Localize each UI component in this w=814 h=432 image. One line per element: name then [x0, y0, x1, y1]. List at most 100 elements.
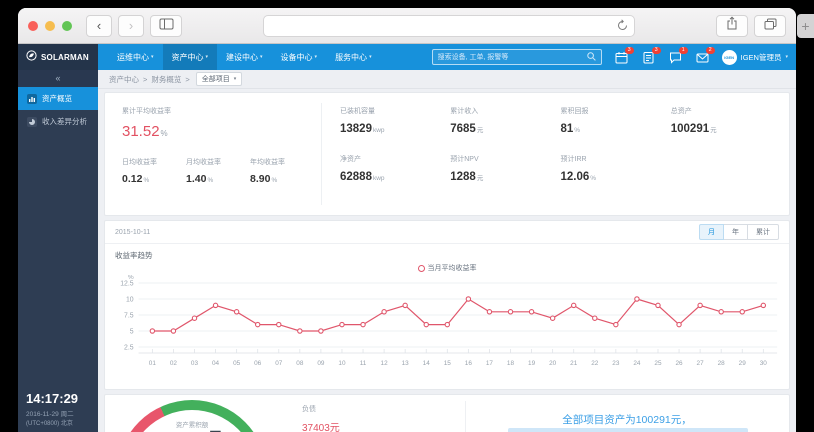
svg-text:14: 14 [423, 360, 431, 367]
menu-item-operations[interactable]: 运维中心 ▾ [108, 44, 163, 70]
global-search-input[interactable]: 搜索设备, 工单, 报警等 [431, 48, 602, 66]
income-analysis-icon [27, 116, 37, 127]
message-icon[interactable]: 1 [669, 46, 688, 64]
asset-overview-icon [27, 93, 37, 104]
highlighted-text-clipped [508, 428, 748, 432]
yield-sub-metrics: 日均收益率 0.12% 月均收益率 1.40% 年均收益率 8.90% [122, 157, 321, 185]
financial-metrics-card: 累计平均收益率 31.52% 日均收益率 0.12% 月均收益率 1.40% 年… [104, 92, 790, 216]
content: 累计平均收益率 31.52% 日均收益率 0.12% 月均收益率 1.40% 年… [98, 89, 796, 432]
breadcrumb-separator: > [185, 74, 190, 84]
search-placeholder: 搜索设备, 工单, 报警等 [437, 54, 509, 61]
svg-text:29: 29 [739, 360, 747, 367]
chevron-down-icon: ▾ [205, 54, 209, 60]
legend-marker-icon [417, 264, 425, 272]
chevron-down-icon: ▾ [233, 76, 237, 82]
close-window-button[interactable] [28, 20, 38, 31]
yield-trend-card: 2015-10-11 月 年 累计 收益率趋势 当月平均收益率 2.5 5 7.5 1… [104, 220, 790, 390]
avatar: IGEN [721, 49, 737, 65]
breadcrumb-separator: > [143, 74, 148, 84]
svg-text:04: 04 [212, 360, 220, 367]
brand-logo[interactable]: SOLARMAN [18, 44, 98, 70]
menu-label: 设备中心 [280, 52, 313, 62]
badge-count: 1 [678, 46, 688, 54]
user-menu[interactable]: IGEN IGEN管理员 ▾ [721, 49, 788, 65]
share-icon [726, 16, 738, 35]
menu-label: 建设中心 [226, 52, 259, 62]
svg-text:20: 20 [549, 360, 557, 367]
metric-expected-irr: 预计IRR 12.06% [560, 156, 597, 183]
browser-forward-button[interactable]: › [118, 14, 144, 37]
svg-text:2.5: 2.5 [124, 344, 134, 351]
svg-text:17: 17 [486, 360, 494, 367]
asset-balance-card: 资产累积额 100291元 负债 37403元 资产 全部项目资产为100291… [104, 394, 790, 432]
sidebar-toggle-button[interactable] [150, 14, 182, 37]
range-month-button[interactable]: 月 [699, 224, 724, 240]
zoom-window-button[interactable] [62, 20, 72, 31]
annual-yield: 年均收益率 8.90% [250, 159, 285, 185]
address-bar[interactable] [263, 14, 635, 37]
metric-cumulative-return: 累积回报 81% [560, 108, 589, 135]
sidebar-item-income-analysis[interactable]: 收入差异分析 [18, 110, 98, 133]
metric-total-assets: 总资产 100291元 [670, 108, 717, 135]
svg-text:15: 15 [444, 360, 452, 367]
menu-label: 资产中心 [171, 52, 204, 62]
breadcrumb-finance-overview[interactable]: 财务概览 [151, 74, 181, 85]
menu-item-assets[interactable]: 资产中心 ▾ [162, 44, 218, 70]
sidebar: « 资产概览 收入差异分析 14:17:29 2016-11-29 周二 (UT… [18, 70, 98, 432]
svg-text:27: 27 [697, 360, 705, 367]
menu-item-service[interactable]: 服务中心 ▾ [326, 44, 381, 70]
search-icon[interactable] [586, 48, 596, 66]
breadcrumb-asset-center[interactable]: 资产中心 [109, 74, 139, 85]
trend-chart-area: 收益率趋势 当月平均收益率 2.5 5 7.5 10 12.5% 01 02 03 04 05 06… [105, 244, 789, 389]
svg-text:02: 02 [170, 360, 178, 367]
clock-time: 14:17:29 [26, 391, 79, 406]
browser-back-button[interactable]: ‹ [86, 14, 112, 37]
svg-text:10: 10 [126, 296, 134, 303]
chevron-down-icon: ▾ [369, 54, 372, 60]
svg-text:19: 19 [528, 360, 536, 367]
sidebar-item-asset-overview[interactable]: 资产概览 [18, 87, 98, 110]
date-picker[interactable]: 2015-10-11 [115, 229, 150, 236]
tabs-icon [764, 17, 777, 35]
svg-text:13: 13 [402, 360, 410, 367]
solarman-logo-icon [26, 48, 37, 66]
sidebar-item-label: 收入差异分析 [42, 117, 87, 126]
range-year-button[interactable]: 年 [723, 224, 748, 240]
notification-icons: 3 3 1 2 [615, 46, 715, 64]
svg-text:07: 07 [275, 360, 283, 367]
svg-text:16: 16 [465, 360, 473, 367]
sidebar-collapse-button[interactable]: « [18, 70, 98, 87]
svg-text:26: 26 [675, 360, 683, 367]
svg-text:23: 23 [612, 360, 620, 367]
app-navbar: SOLARMAN 运维中心 ▾ 资产中心 ▾ 建设中心 ▾ 设备中心 ▾ 服务中心 ▾ 搜… [18, 44, 796, 70]
liability-label: 负债 [302, 406, 316, 413]
menu-item-construction[interactable]: 建设中心 ▾ [217, 44, 272, 70]
metric-cumulative-income: 累计收入 7685元 [450, 108, 484, 135]
svg-text:%: % [128, 275, 134, 281]
chevron-down-icon: ▾ [785, 54, 788, 60]
project-filter-dropdown[interactable]: 全部项目 ▾ [195, 72, 243, 86]
monthly-yield: 月均收益率 1.40% [186, 159, 221, 185]
svg-text:05: 05 [233, 360, 241, 367]
minimize-window-button[interactable] [45, 20, 55, 31]
vertical-divider [465, 401, 466, 432]
svg-text:12.5: 12.5 [120, 280, 134, 287]
chevron-down-icon: ▾ [314, 54, 318, 60]
range-cumulative-button[interactable]: 累计 [747, 224, 779, 240]
mail-icon[interactable]: 2 [696, 46, 715, 64]
svg-text:06: 06 [254, 360, 262, 367]
yield-trend-chart: 2.5 5 7.5 10 12.5% 01 02 03 04 05 06 07 08 09 10 11 12 13… [109, 275, 785, 387]
sidebar-toggle-icon [159, 17, 174, 35]
new-tab-button[interactable]: + [797, 14, 814, 38]
refresh-icon[interactable] [616, 18, 629, 37]
metric-expected-npv: 预计NPV 1288元 [450, 156, 484, 183]
metric-label: 累计平均收益率 [122, 108, 171, 115]
metric-net-assets: 净资产 62888kwp [340, 156, 385, 183]
tab-overview-button[interactable] [754, 14, 786, 37]
share-button[interactable] [716, 14, 748, 37]
menu-item-devices[interactable]: 设备中心 ▾ [272, 44, 327, 70]
work-order-icon[interactable]: 3 [642, 46, 661, 64]
calendar-icon[interactable]: 3 [615, 46, 634, 64]
user-name: IGEN管理员 [740, 52, 782, 62]
svg-text:03: 03 [191, 360, 199, 367]
